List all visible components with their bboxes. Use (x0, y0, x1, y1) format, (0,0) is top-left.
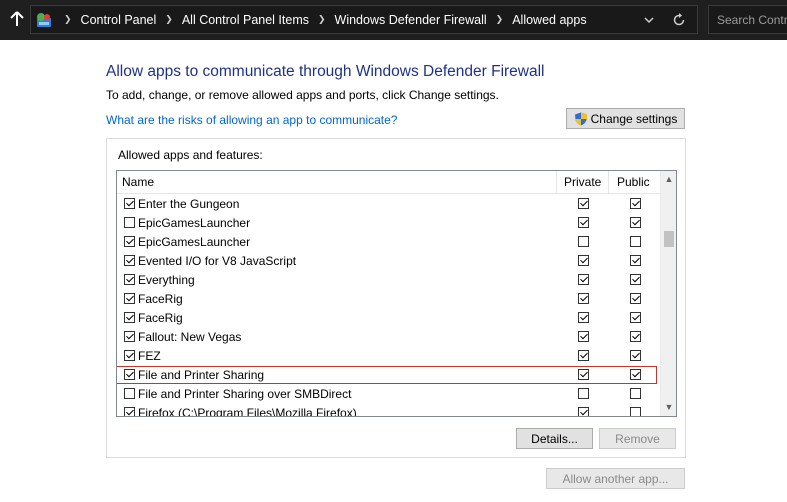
public-checkbox[interactable] (630, 274, 641, 285)
chevron-right-icon[interactable]: ❯ (64, 14, 72, 25)
refresh-icon[interactable] (671, 12, 687, 28)
app-name: Enter the Gungeon (138, 197, 240, 211)
app-enabled-checkbox[interactable] (124, 350, 135, 361)
chevron-down-icon[interactable] (641, 12, 657, 28)
private-checkbox[interactable] (578, 236, 589, 247)
app-name: Everything (138, 273, 195, 287)
app-enabled-checkbox[interactable] (124, 293, 135, 304)
risks-link[interactable]: What are the risks of allowing an app to… (106, 113, 397, 127)
list-item[interactable]: Evented I/O for V8 JavaScript (117, 252, 660, 271)
private-checkbox[interactable] (578, 331, 589, 342)
public-checkbox[interactable] (630, 350, 641, 361)
app-enabled-checkbox[interactable] (124, 236, 135, 247)
details-button[interactable]: Details... (516, 428, 593, 449)
list-item[interactable]: File and Printer Sharing (117, 366, 660, 385)
app-enabled-checkbox[interactable] (124, 369, 135, 380)
app-name: FaceRig (138, 311, 183, 325)
private-checkbox[interactable] (578, 217, 589, 228)
breadcrumb-firewall[interactable]: Windows Defender Firewall (335, 13, 487, 27)
app-name: EpicGamesLauncher (138, 216, 251, 230)
app-enabled-checkbox[interactable] (124, 255, 135, 266)
list-item[interactable]: EpicGamesLauncher (117, 233, 660, 252)
breadcrumb-all-items[interactable]: All Control Panel Items (182, 13, 309, 27)
allow-another-app-button[interactable]: Allow another app... (546, 468, 685, 489)
control-panel-icon (36, 12, 52, 28)
list-item[interactable]: Enter the Gungeon (117, 195, 660, 214)
change-settings-label: Change settings (590, 111, 678, 126)
group-label: Allowed apps and features: (118, 148, 263, 162)
private-checkbox[interactable] (578, 388, 589, 399)
app-enabled-checkbox[interactable] (124, 217, 135, 228)
page-title: Allow apps to communicate through Window… (106, 63, 545, 80)
app-name: FEZ (138, 349, 161, 363)
list-item[interactable]: Everything (117, 271, 660, 290)
app-name: Fallout: New Vegas (138, 330, 242, 344)
app-name: Firefox (C:\Program Files\Mozilla Firefo… (138, 406, 357, 417)
private-checkbox[interactable] (578, 407, 589, 416)
scroll-down-arrow-icon[interactable]: ▼ (661, 399, 676, 416)
app-name: FaceRig (138, 292, 183, 306)
private-checkbox[interactable] (578, 198, 589, 209)
column-header-name[interactable]: Name (122, 171, 154, 193)
list-item[interactable]: Fallout: New Vegas (117, 328, 660, 347)
list-header: Name Private Public (117, 171, 660, 194)
scroll-up-arrow-icon[interactable]: ▲ (661, 171, 676, 188)
up-arrow-icon[interactable] (6, 8, 28, 30)
search-placeholder: Search Contro (717, 13, 787, 27)
list-item[interactable]: Firefox (C:\Program Files\Mozilla Firefo… (117, 404, 660, 417)
scroll-thumb[interactable] (664, 231, 674, 247)
private-checkbox[interactable] (578, 274, 589, 285)
column-divider[interactable] (608, 171, 609, 193)
public-checkbox[interactable] (630, 255, 641, 266)
app-name: Evented I/O for V8 JavaScript (138, 254, 297, 268)
address-bar[interactable]: ❯ Control Panel ❯ All Control Panel Item… (30, 5, 698, 34)
app-enabled-checkbox[interactable] (124, 388, 135, 399)
private-checkbox[interactable] (578, 255, 589, 266)
app-enabled-checkbox[interactable] (124, 407, 135, 416)
list-item[interactable]: File and Printer Sharing over SMBDirect (117, 385, 660, 404)
public-checkbox[interactable] (630, 217, 641, 228)
public-checkbox[interactable] (630, 236, 641, 247)
private-checkbox[interactable] (578, 293, 589, 304)
column-header-public[interactable]: Public (617, 171, 650, 193)
column-header-private[interactable]: Private (564, 171, 601, 193)
app-enabled-checkbox[interactable] (124, 312, 135, 323)
breadcrumb-control-panel[interactable]: Control Panel (81, 13, 157, 27)
change-settings-button[interactable]: Change settings (566, 108, 685, 129)
remove-button[interactable]: Remove (599, 428, 676, 449)
chevron-right-icon[interactable]: ❯ (318, 14, 326, 25)
address-bar-strip: ❯ Control Panel ❯ All Control Panel Item… (0, 0, 787, 40)
public-checkbox[interactable] (630, 407, 641, 416)
list-item[interactable]: EpicGamesLauncher (117, 214, 660, 233)
public-checkbox[interactable] (630, 198, 641, 209)
public-checkbox[interactable] (630, 293, 641, 304)
search-box[interactable]: Search Contro (708, 5, 787, 34)
app-enabled-checkbox[interactable] (124, 198, 135, 209)
public-checkbox[interactable] (630, 331, 641, 342)
column-divider[interactable] (556, 171, 557, 193)
private-checkbox[interactable] (578, 312, 589, 323)
app-name: File and Printer Sharing over SMBDirect (138, 387, 352, 401)
list-item[interactable]: FEZ (117, 347, 660, 366)
chevron-right-icon[interactable]: ❯ (496, 14, 504, 25)
breadcrumb: ❯ Control Panel ❯ All Control Panel Item… (55, 6, 587, 33)
app-name: File and Printer Sharing (138, 368, 265, 382)
private-checkbox[interactable] (578, 369, 589, 380)
allowed-apps-list[interactable]: Name Private Public Enter the Gungeon Epi… (116, 170, 677, 417)
private-checkbox[interactable] (578, 350, 589, 361)
list-item[interactable]: FaceRig (117, 290, 660, 309)
app-enabled-checkbox[interactable] (124, 274, 135, 285)
vertical-scrollbar[interactable]: ▲ ▼ (660, 171, 676, 416)
uac-shield-icon (574, 112, 588, 126)
breadcrumb-allowed-apps[interactable]: Allowed apps (512, 13, 586, 27)
chevron-right-icon[interactable]: ❯ (165, 14, 173, 25)
list-item[interactable]: FaceRig (117, 309, 660, 328)
page-subtitle: To add, change, or remove allowed apps a… (106, 88, 499, 102)
public-checkbox[interactable] (630, 369, 641, 380)
app-enabled-checkbox[interactable] (124, 331, 135, 342)
app-name: EpicGamesLauncher (138, 235, 251, 249)
public-checkbox[interactable] (630, 312, 641, 323)
public-checkbox[interactable] (630, 388, 641, 399)
